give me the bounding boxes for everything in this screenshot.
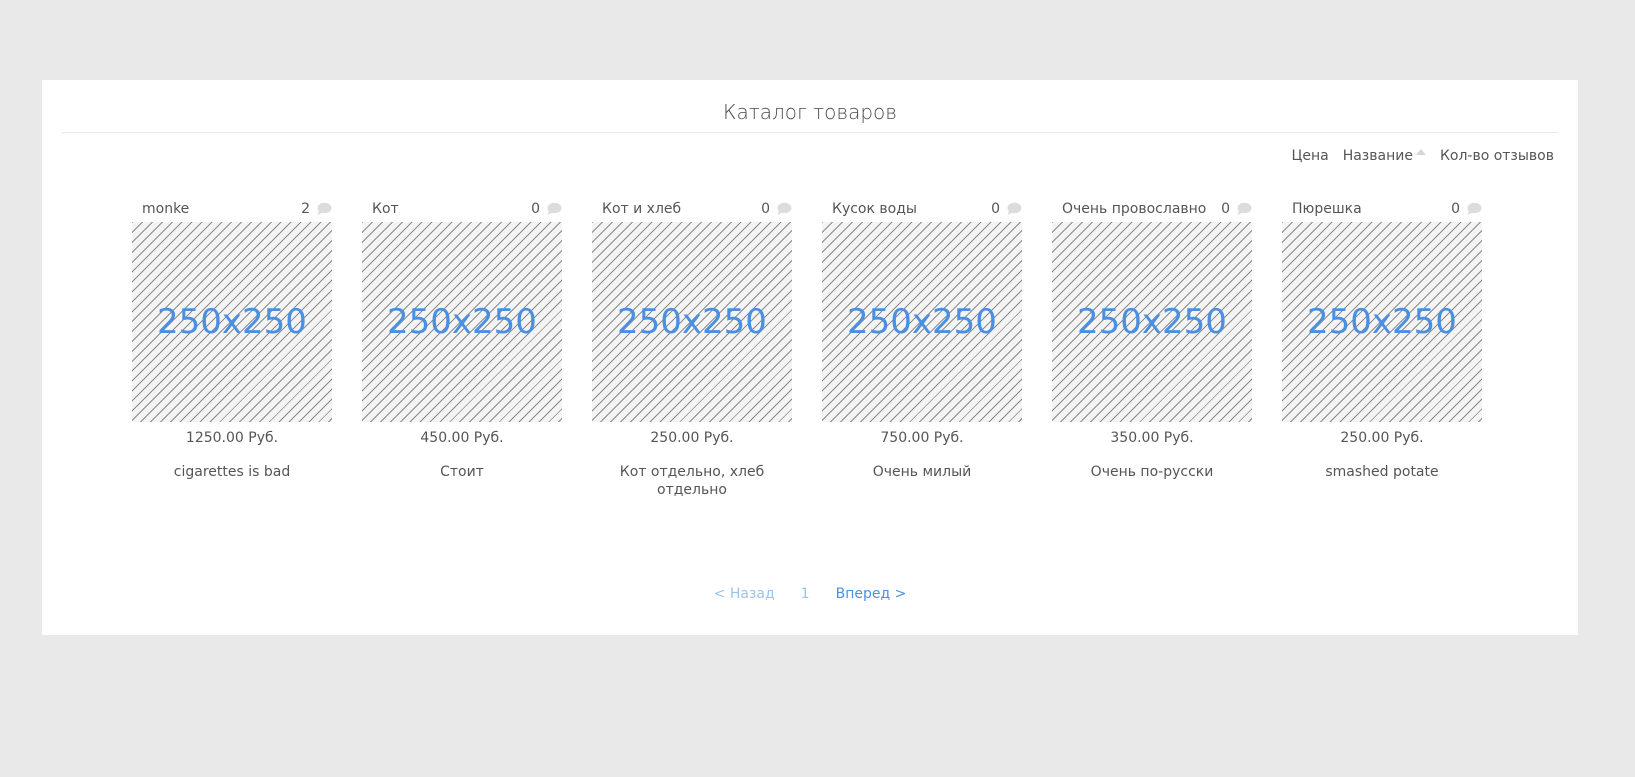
review-count-value: 0 <box>531 201 540 217</box>
product-name-link[interactable]: Кот и хлеб <box>602 201 681 217</box>
product-price: 750.00 Руб. <box>880 430 964 446</box>
review-count: 0 <box>531 201 562 217</box>
review-count: 0 <box>991 201 1022 217</box>
prev-page-link[interactable]: < Назад <box>714 586 775 602</box>
review-count: 0 <box>761 201 792 217</box>
product-description: cigarettes is bad <box>173 464 291 480</box>
next-page-link[interactable]: Вперед > <box>836 586 907 602</box>
product-name-link[interactable]: Кусок воды <box>832 201 917 217</box>
sort-by-price-link[interactable]: Цена <box>1291 148 1328 164</box>
product-price: 1250.00 Руб. <box>185 430 279 446</box>
product-image[interactable]: 250x250 <box>1052 222 1252 422</box>
product-card-header: Кусок воды 0 <box>822 198 1022 220</box>
comment-icon <box>547 202 562 215</box>
image-placeholder-label: 250x250 <box>1077 302 1227 342</box>
product-card: Кусок воды 0 250x250 750.00 Руб. Очень м… <box>822 198 1022 499</box>
product-description: Очень по-русски <box>1090 464 1214 480</box>
sort-by-name-link[interactable]: Название <box>1343 148 1426 164</box>
product-image[interactable]: 250x250 <box>362 222 562 422</box>
product-price: 350.00 Руб. <box>1110 430 1194 446</box>
product-description: Кот отдельно, хлеб отдельно <box>619 464 765 498</box>
product-description: Стоит <box>440 464 484 480</box>
product-image[interactable]: 250x250 <box>1282 222 1482 422</box>
product-grid: monke 2 250x250 1250.00 Руб. cigarettes … <box>132 198 1482 499</box>
product-name-link[interactable]: Очень провославно <box>1062 201 1206 217</box>
catalog-panel: Каталог товаров Цена Название Кол-во отз… <box>42 80 1578 635</box>
product-card: Кот и хлеб 0 250x250 250.00 Руб. Кот отд… <box>592 198 792 499</box>
product-image[interactable]: 250x250 <box>822 222 1022 422</box>
product-description: Очень милый <box>872 464 972 480</box>
product-name-link[interactable]: Кот <box>372 201 399 217</box>
product-image[interactable]: 250x250 <box>592 222 792 422</box>
product-card: Очень провославно 0 250x250 350.00 Руб. … <box>1052 198 1252 499</box>
image-placeholder-label: 250x250 <box>847 302 997 342</box>
product-price: 250.00 Руб. <box>1340 430 1424 446</box>
review-count: 0 <box>1451 201 1482 217</box>
product-card-header: Очень провославно 0 <box>1052 198 1252 220</box>
review-count-value: 2 <box>301 201 310 217</box>
page-number-link[interactable]: 1 <box>801 586 810 602</box>
sort-by-name-label: Название <box>1342 148 1413 164</box>
sort-by-reviews-link[interactable]: Кол-во отзывов <box>1440 148 1554 164</box>
sort-arrow-up-icon <box>1415 149 1426 155</box>
review-count: 2 <box>301 201 332 217</box>
image-placeholder-label: 250x250 <box>617 302 767 342</box>
product-name-link[interactable]: monke <box>142 201 189 217</box>
product-card: Кот 0 250x250 450.00 Руб. Стоит <box>362 198 562 499</box>
pagination: < Назад 1 Вперед > <box>42 586 1578 602</box>
comment-icon <box>777 202 792 215</box>
review-count: 0 <box>1221 201 1252 217</box>
product-name-link[interactable]: Пюрешка <box>1292 201 1362 217</box>
review-count-value: 0 <box>761 201 770 217</box>
product-card-header: monke 2 <box>132 198 332 220</box>
comment-icon <box>317 202 332 215</box>
review-count-value: 0 <box>1451 201 1460 217</box>
comment-icon <box>1467 202 1482 215</box>
image-placeholder-label: 250x250 <box>387 302 537 342</box>
sort-bar: Цена Название Кол-во отзывов <box>1291 148 1554 164</box>
product-image[interactable]: 250x250 <box>132 222 332 422</box>
product-card-header: Кот и хлеб 0 <box>592 198 792 220</box>
review-count-value: 0 <box>991 201 1000 217</box>
comment-icon <box>1007 202 1022 215</box>
product-card-header: Пюрешка 0 <box>1282 198 1482 220</box>
product-card: Пюрешка 0 250x250 250.00 Руб. smashed po… <box>1282 198 1482 499</box>
product-price: 450.00 Руб. <box>420 430 504 446</box>
review-count-value: 0 <box>1221 201 1230 217</box>
image-placeholder-label: 250x250 <box>1307 302 1457 342</box>
product-card: monke 2 250x250 1250.00 Руб. cigarettes … <box>132 198 332 499</box>
page-title: Каталог товаров <box>62 100 1558 133</box>
product-price: 250.00 Руб. <box>650 430 734 446</box>
image-placeholder-label: 250x250 <box>157 302 307 342</box>
comment-icon <box>1237 202 1252 215</box>
product-card-header: Кот 0 <box>362 198 562 220</box>
product-description: smashed potate <box>1325 464 1439 480</box>
